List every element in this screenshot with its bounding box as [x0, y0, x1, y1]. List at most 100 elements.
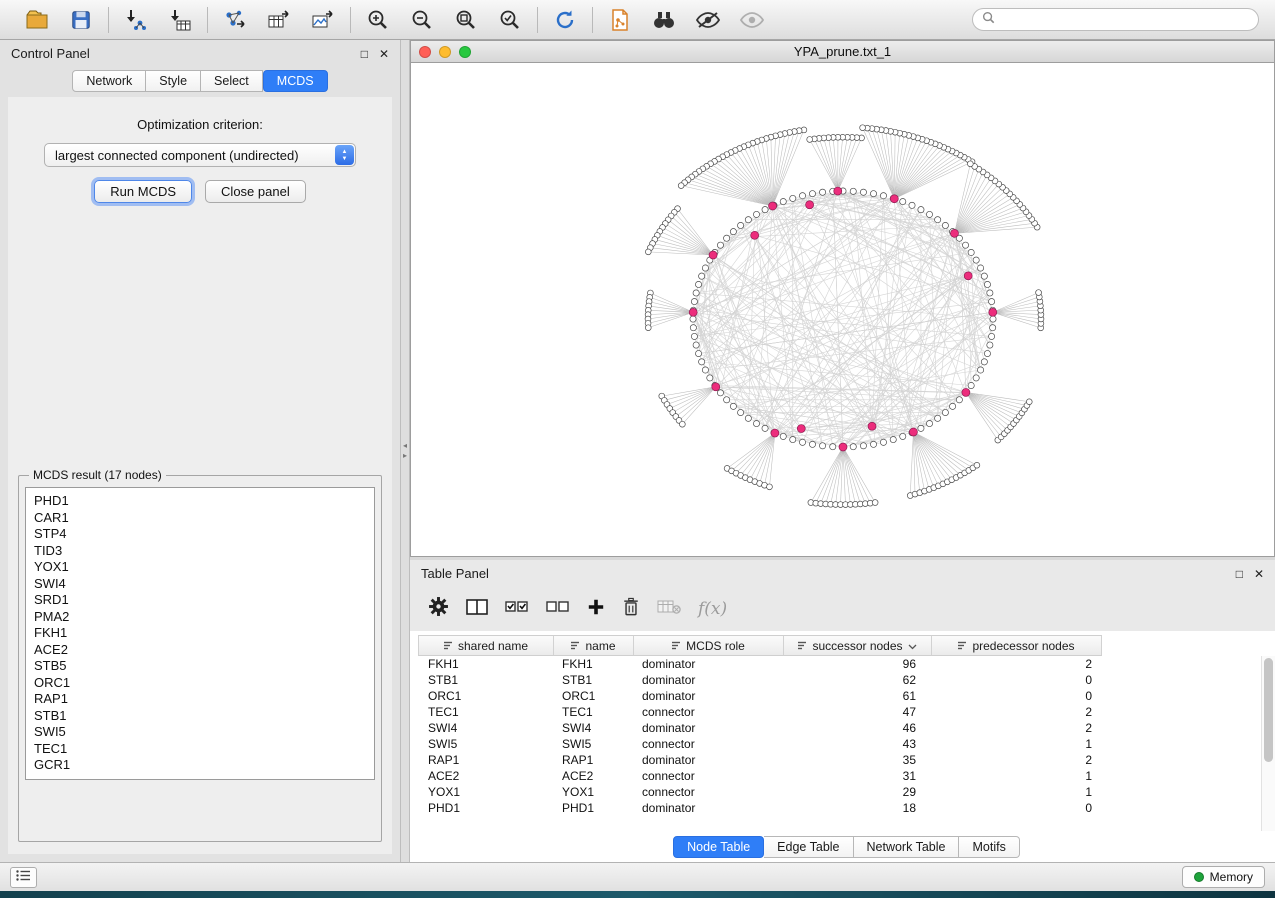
float-panel-icon[interactable]: □: [361, 48, 368, 60]
table-row[interactable]: SWI4SWI4dominator462: [418, 720, 1275, 736]
deselect-all-button[interactable]: [546, 599, 570, 620]
status-menu-button[interactable]: [10, 867, 37, 888]
table-row[interactable]: STB1STB1dominator620: [418, 672, 1275, 688]
tab-network-table[interactable]: Network Table: [854, 836, 960, 858]
eye-icon: [739, 10, 765, 30]
network-canvas[interactable]: [410, 63, 1275, 557]
table-row[interactable]: YOX1YOX1connector291: [418, 784, 1275, 800]
mcds-result-item[interactable]: GCR1: [34, 757, 366, 774]
float-table-panel-icon[interactable]: □: [1236, 568, 1243, 580]
zoom-out-button[interactable]: [407, 6, 437, 34]
delete-column-button[interactable]: [622, 597, 640, 622]
apply-layout-button[interactable]: [550, 6, 580, 34]
hide-selected-button[interactable]: [693, 6, 723, 34]
tab-select[interactable]: Select: [201, 70, 263, 92]
optimization-criterion-select[interactable]: largest connected component (undirected)…: [44, 143, 356, 167]
mcds-result-item[interactable]: ORC1: [34, 675, 366, 692]
mcds-result-item[interactable]: TEC1: [34, 741, 366, 758]
tab-style[interactable]: Style: [146, 70, 201, 92]
add-column-button[interactable]: [587, 598, 605, 621]
column-visibility-button[interactable]: [466, 598, 488, 621]
run-mcds-button[interactable]: Run MCDS: [94, 180, 192, 203]
search-input[interactable]: [1001, 13, 1249, 27]
tab-network[interactable]: Network: [72, 70, 146, 92]
import-network-button[interactable]: [121, 6, 151, 34]
mcds-result-item[interactable]: STB5: [34, 658, 366, 675]
table-scrollbar[interactable]: [1261, 656, 1275, 831]
mcds-result-item[interactable]: STB1: [34, 708, 366, 725]
share-document-button[interactable]: [605, 6, 635, 34]
close-panel-button[interactable]: Close panel: [205, 180, 306, 203]
mcds-result-item[interactable]: RAP1: [34, 691, 366, 708]
zoom-selected-button[interactable]: [495, 6, 525, 34]
gear-icon: [428, 596, 449, 622]
sort-icon: [444, 639, 453, 653]
mcds-result-item[interactable]: FKH1: [34, 625, 366, 642]
panel-splitter[interactable]: ◂ ▸: [400, 40, 410, 862]
table-row[interactable]: ACE2ACE2connector311: [418, 768, 1275, 784]
mcds-result-item[interactable]: TID3: [34, 543, 366, 560]
network-window: YPA_prune.txt_1: [410, 40, 1275, 557]
main-toolbar: [0, 0, 1275, 40]
table-settings-button[interactable]: [428, 596, 449, 622]
list-icon: [16, 868, 31, 886]
table-row[interactable]: FKH1FKH1dominator962: [418, 656, 1275, 672]
save-session-button[interactable]: [66, 6, 96, 34]
network-titlebar[interactable]: YPA_prune.txt_1: [410, 40, 1275, 63]
table-row[interactable]: RAP1RAP1dominator352: [418, 752, 1275, 768]
close-panel-icon[interactable]: ✕: [379, 48, 389, 60]
mcds-result-item[interactable]: PHD1: [34, 493, 366, 510]
fx-icon: f(x): [698, 599, 727, 619]
deselect-all-icon: [546, 599, 570, 620]
close-table-panel-icon[interactable]: ✕: [1254, 568, 1264, 580]
export-image-button[interactable]: [308, 6, 338, 34]
column-header-predecessor-nodes[interactable]: predecessor nodes: [932, 635, 1102, 656]
memory-button[interactable]: Memory: [1182, 866, 1265, 888]
column-header-successor-nodes[interactable]: successor nodes: [784, 635, 932, 656]
zoom-in-button[interactable]: [363, 6, 393, 34]
table-cell: SWI5: [554, 737, 634, 751]
open-file-button[interactable]: [22, 6, 52, 34]
maximize-window-icon[interactable]: [459, 46, 471, 58]
splitter-expand-icon[interactable]: ▸: [403, 452, 407, 460]
table-row[interactable]: TEC1TEC1connector472: [418, 704, 1275, 720]
zoom-fit-button[interactable]: [451, 6, 481, 34]
table-cell: PHD1: [554, 801, 634, 815]
table-row[interactable]: SWI5SWI5connector431: [418, 736, 1275, 752]
mcds-result-item[interactable]: SWI5: [34, 724, 366, 741]
mcds-result-item[interactable]: SWI4: [34, 576, 366, 593]
select-all-button[interactable]: [505, 599, 529, 620]
table-cell: 2: [932, 657, 1102, 671]
tab-mcds[interactable]: MCDS: [263, 70, 328, 92]
table-row[interactable]: PHD1PHD1dominator180: [418, 800, 1275, 816]
mcds-result-item[interactable]: ACE2: [34, 642, 366, 659]
tab-motifs[interactable]: Motifs: [959, 836, 1019, 858]
close-window-icon[interactable]: [419, 46, 431, 58]
column-header-name[interactable]: name: [554, 635, 634, 656]
mcds-result-item[interactable]: STP4: [34, 526, 366, 543]
tab-edge-table[interactable]: Edge Table: [764, 836, 853, 858]
tab-node-table[interactable]: Node Table: [673, 836, 764, 858]
import-table-button[interactable]: [165, 6, 195, 34]
mcds-result-list[interactable]: PHD1CAR1STP4TID3YOX1SWI4SRD1PMA2FKH1ACE2…: [25, 487, 375, 780]
table-header-row: shared namenameMCDS rolesuccessor nodesp…: [418, 635, 1275, 656]
splitter-collapse-icon[interactable]: ◂: [403, 442, 407, 450]
scrollbar-thumb[interactable]: [1264, 658, 1273, 762]
column-header-shared-name[interactable]: shared name: [418, 635, 554, 656]
minimize-window-icon[interactable]: [439, 46, 451, 58]
table-cell: 1: [932, 769, 1102, 783]
document-share-icon: [609, 8, 631, 32]
mcds-result-item[interactable]: SRD1: [34, 592, 366, 609]
global-search[interactable]: [972, 8, 1259, 31]
mcds-result-item[interactable]: PMA2: [34, 609, 366, 626]
mcds-result-item[interactable]: YOX1: [34, 559, 366, 576]
mcds-result-item[interactable]: CAR1: [34, 510, 366, 527]
memory-status-icon: [1194, 872, 1204, 882]
table-row[interactable]: ORC1ORC1dominator610: [418, 688, 1275, 704]
table-cell: SWI4: [418, 721, 554, 735]
search-network-button[interactable]: [649, 6, 679, 34]
export-table-button[interactable]: [264, 6, 294, 34]
column-header-mcds-role[interactable]: MCDS role: [634, 635, 784, 656]
control-panel-header: Control Panel □ ✕: [0, 40, 400, 67]
new-network-button[interactable]: [220, 6, 250, 34]
